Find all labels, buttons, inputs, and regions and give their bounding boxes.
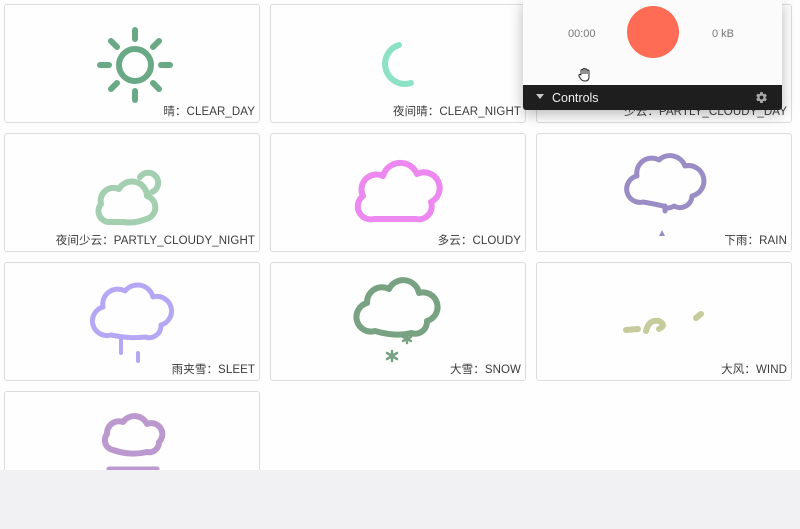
card-clear-day: 晴：CLEAR_DAY	[4, 4, 260, 123]
card-label: 大风：WIND	[721, 364, 787, 376]
card-sleet: 雨夹雪：SLEET	[4, 262, 260, 381]
recording-size: 0 kB	[711, 28, 734, 40]
card-label: 晴：CLEAR_DAY	[163, 106, 255, 118]
controls-label: Controls	[552, 91, 599, 105]
record-button[interactable]	[627, 6, 679, 58]
recorder-body: 00:00 0 kB	[523, 0, 782, 85]
card-partly-cloudy-night: 夜间少云：PARTLY_CLOUDY_NIGHT	[4, 133, 260, 252]
card-label: 雨夹雪：SLEET	[171, 364, 255, 376]
card-label: 夜间少云：PARTLY_CLOUDY_NIGHT	[55, 235, 255, 247]
card-clear-night: 夜间晴：CLEAR_NIGHT	[270, 4, 526, 123]
card-rain: 下雨：RAIN	[536, 133, 792, 252]
card-cloudy: 多云：CLOUDY	[270, 133, 526, 252]
recorder-panel: 00:00 0 kB Controls	[523, 0, 782, 110]
hand-grab-icon[interactable]	[577, 67, 593, 83]
card-label: 大雪：SNOW	[450, 364, 521, 376]
caret-down-icon	[536, 94, 544, 99]
fog-icon	[101, 413, 166, 470]
card-snow: 大雪：SNOW	[270, 262, 526, 381]
controls-bar[interactable]: Controls	[523, 85, 782, 110]
gear-icon[interactable]	[755, 91, 768, 104]
card-fog	[4, 391, 260, 470]
card-label: 多云：CLOUDY	[437, 235, 521, 247]
card-label: 下雨：RAIN	[724, 235, 787, 247]
recording-time: 00:00	[568, 28, 596, 40]
card-label: 夜间晴：CLEAR_NIGHT	[392, 106, 521, 118]
card-wind: 大风：WIND	[536, 262, 792, 381]
